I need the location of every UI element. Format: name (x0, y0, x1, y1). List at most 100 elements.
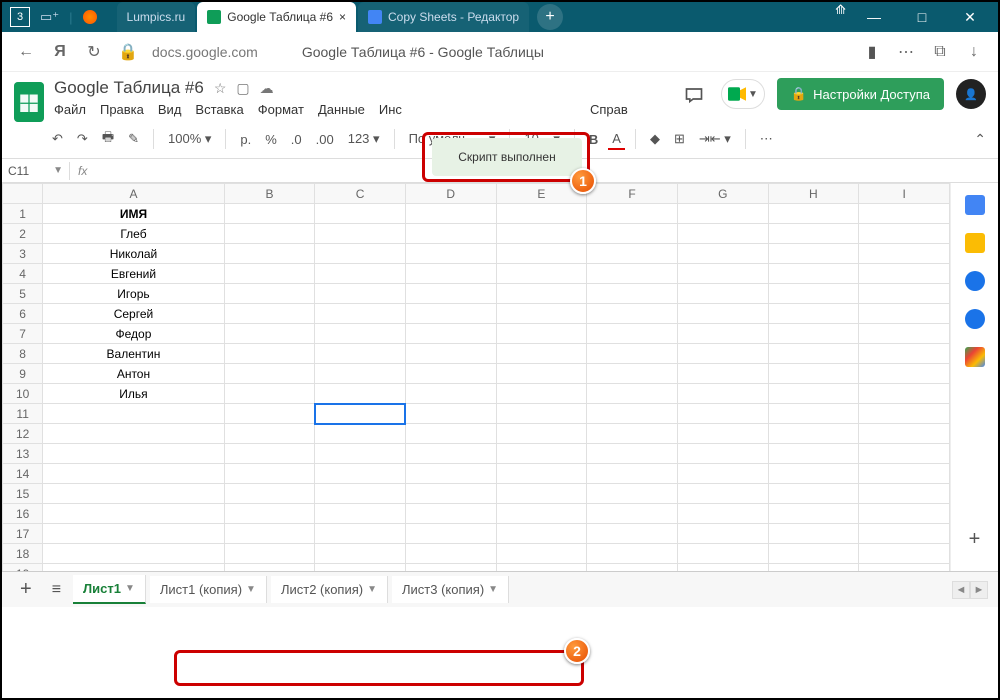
menu-format[interactable]: Формат (258, 102, 304, 117)
addons-plus-icon[interactable]: + (969, 528, 981, 551)
row-header[interactable]: 11 (3, 404, 43, 424)
cell[interactable] (224, 344, 315, 364)
cell[interactable] (496, 264, 587, 284)
cell[interactable] (859, 404, 950, 424)
cell[interactable] (677, 284, 768, 304)
tasks-icon[interactable] (965, 271, 985, 291)
cell[interactable] (405, 304, 496, 324)
cell[interactable] (587, 484, 678, 504)
cell[interactable] (496, 444, 587, 464)
cell[interactable] (224, 524, 315, 544)
cell[interactable] (677, 484, 768, 504)
cell[interactable] (768, 284, 859, 304)
cell[interactable] (677, 564, 768, 572)
cell[interactable] (315, 284, 406, 304)
cell[interactable] (496, 364, 587, 384)
cell[interactable] (587, 444, 678, 464)
cell[interactable] (677, 424, 768, 444)
cell[interactable] (224, 204, 315, 224)
cell[interactable] (768, 204, 859, 224)
cell[interactable]: Сергей (43, 304, 224, 324)
cell[interactable] (768, 304, 859, 324)
row-header[interactable]: 1 (3, 204, 43, 224)
col-header[interactable]: C (315, 184, 406, 204)
cell[interactable] (315, 544, 406, 564)
cell[interactable] (677, 384, 768, 404)
paint-format-button[interactable]: ✎ (124, 129, 143, 149)
row-header[interactable]: 7 (3, 324, 43, 344)
tab-lumpics[interactable]: Lumpics.ru (117, 2, 196, 32)
move-icon[interactable]: ▢ (236, 80, 249, 97)
bold-button[interactable]: B (585, 130, 602, 149)
cell[interactable] (496, 504, 587, 524)
cell[interactable] (315, 524, 406, 544)
row-header[interactable]: 19 (3, 564, 43, 572)
cell[interactable] (496, 204, 587, 224)
cell[interactable] (405, 504, 496, 524)
cell[interactable] (315, 264, 406, 284)
cell[interactable] (859, 524, 950, 544)
cell[interactable] (859, 344, 950, 364)
cell[interactable] (496, 404, 587, 424)
sheet-tab-copy[interactable]: Лист3 (копия)▼ (392, 576, 509, 603)
cell[interactable] (224, 444, 315, 464)
sheet-tab-active[interactable]: Лист1▼ (73, 575, 146, 604)
cell[interactable] (43, 504, 224, 524)
yandex-icon[interactable]: Я (50, 43, 70, 61)
cell[interactable] (224, 544, 315, 564)
cell[interactable] (405, 224, 496, 244)
cell[interactable] (224, 564, 315, 572)
cell[interactable] (587, 384, 678, 404)
cell[interactable] (224, 484, 315, 504)
cell[interactable] (859, 264, 950, 284)
row-header[interactable]: 16 (3, 504, 43, 524)
row-header[interactable]: 18 (3, 544, 43, 564)
cell[interactable] (315, 444, 406, 464)
cell[interactable] (677, 304, 768, 324)
close-tab-icon[interactable]: × (339, 10, 346, 24)
cell[interactable] (677, 204, 768, 224)
cell[interactable] (768, 524, 859, 544)
cell[interactable] (405, 364, 496, 384)
cell[interactable] (768, 544, 859, 564)
fill-color-button[interactable]: ◆ (646, 129, 664, 149)
cell[interactable]: Илья (43, 384, 224, 404)
cell[interactable] (224, 424, 315, 444)
currency-button[interactable]: р. (236, 130, 255, 149)
menu-edit[interactable]: Правка (100, 102, 144, 117)
cell[interactable] (315, 464, 406, 484)
menu-tools[interactable]: Инс (379, 102, 402, 117)
cloud-status-icon[interactable]: ☁ (260, 80, 274, 97)
cell[interactable] (768, 324, 859, 344)
collapse-toolbar-button[interactable]: ⌃ (974, 131, 986, 148)
folder-icon[interactable]: ▭⁺ (40, 9, 59, 25)
cell[interactable] (405, 484, 496, 504)
cell[interactable] (587, 404, 678, 424)
cell[interactable]: Федор (43, 324, 224, 344)
cell[interactable]: Валентин (43, 344, 224, 364)
pip-icon[interactable]: ⟰ (835, 2, 846, 32)
cell[interactable] (587, 264, 678, 284)
borders-button[interactable]: ⊞ (670, 129, 689, 149)
cell[interactable] (43, 444, 224, 464)
cell[interactable] (496, 244, 587, 264)
cell[interactable] (859, 304, 950, 324)
cell[interactable] (224, 264, 315, 284)
col-header[interactable]: A (43, 184, 224, 204)
cell[interactable] (43, 424, 224, 444)
cell[interactable] (224, 404, 315, 424)
cell[interactable] (768, 424, 859, 444)
cell[interactable] (768, 264, 859, 284)
cell[interactable] (587, 224, 678, 244)
cell[interactable] (677, 524, 768, 544)
print-button[interactable]: 🖶 (98, 126, 118, 152)
cell[interactable] (405, 204, 496, 224)
cell[interactable] (224, 244, 315, 264)
reload-button[interactable]: ↻ (84, 42, 104, 62)
col-header[interactable]: G (677, 184, 768, 204)
cell[interactable] (859, 424, 950, 444)
cell[interactable] (859, 544, 950, 564)
cell[interactable] (587, 524, 678, 544)
cell[interactable] (43, 464, 224, 484)
add-sheet-button[interactable]: + (12, 578, 40, 601)
